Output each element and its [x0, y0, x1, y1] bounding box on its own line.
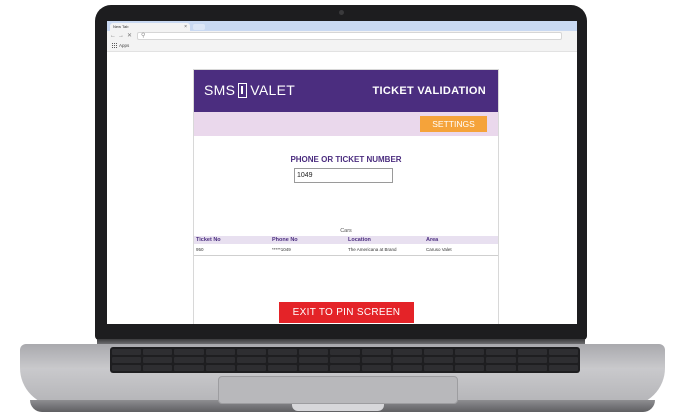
ticket-validation-app: SMS VALET TICKET VALIDATION SETTINGS PHO… [193, 69, 499, 324]
cars-table: Ticket No Phone No Location Area 950 ***… [194, 236, 498, 256]
keyboard-key [174, 349, 204, 355]
keyboard-key [424, 365, 454, 371]
phone-or-ticket-label: PHONE OR TICKET NUMBER [290, 155, 402, 164]
keyboard-key [517, 365, 547, 371]
apps-grid-icon[interactable] [112, 43, 117, 48]
column-header-ticket-no: Ticket No [196, 237, 221, 243]
keyboard-key [330, 357, 360, 363]
keyboard-key [455, 365, 485, 371]
keyboard-key [548, 365, 578, 371]
keyboard-key [455, 349, 485, 355]
keyboard-key [174, 365, 204, 371]
address-bar[interactable]: ⚲ [137, 32, 562, 40]
new-tab-button[interactable] [193, 24, 205, 30]
keyboard-key [268, 365, 298, 371]
logo-text-left: SMS [204, 82, 236, 98]
keyboard-key [236, 349, 266, 355]
keyboard-key [299, 365, 329, 371]
laptop-display: New Tab × ← → ✕ ⚲ Apps SMS VALET TICKET … [107, 21, 577, 324]
phone-logo-icon [238, 82, 248, 98]
keyboard-key [205, 365, 235, 371]
exit-to-pin-screen-button[interactable]: EXIT TO PIN SCREEN [279, 302, 414, 323]
lid-notch [292, 404, 384, 411]
keyboard-key [455, 357, 485, 363]
column-header-phone-no: Phone No [272, 237, 298, 243]
keyboard-key [424, 357, 454, 363]
keyboard-key [143, 365, 173, 371]
settings-button[interactable]: SETTINGS [420, 116, 487, 132]
tab-close-icon[interactable]: × [184, 24, 187, 30]
tab-title: New Tab [113, 24, 129, 29]
keyboard-key [112, 349, 142, 355]
settings-strip: SETTINGS [194, 112, 498, 136]
keyboard-key [548, 357, 578, 363]
keyboard-key [424, 349, 454, 355]
keyboard-key [236, 357, 266, 363]
search-icon: ⚲ [141, 33, 146, 39]
column-header-location: Location [348, 237, 371, 243]
keyboard-key [205, 349, 235, 355]
keyboard-key [236, 365, 266, 371]
phone-or-ticket-input[interactable] [294, 168, 393, 183]
cell-location: The Americana at Brand [348, 247, 397, 252]
webcam-icon [339, 10, 344, 15]
keyboard-key [112, 357, 142, 363]
keyboard-key [392, 349, 422, 355]
column-header-area: Area [426, 237, 439, 243]
keyboard-key [517, 357, 547, 363]
keyboard-key [143, 357, 173, 363]
keyboard-key [361, 357, 391, 363]
keyboard-key [361, 365, 391, 371]
keyboard-key [174, 357, 204, 363]
sms-valet-logo: SMS VALET [204, 82, 295, 98]
keyboard-key [517, 349, 547, 355]
back-icon[interactable]: ← [110, 32, 116, 40]
keyboard-key [486, 365, 516, 371]
keyboard-key [392, 357, 422, 363]
keyboard-key [486, 349, 516, 355]
table-header-row: Ticket No Phone No Location Area [194, 236, 498, 244]
cell-ticket-no: 950 [196, 247, 204, 252]
laptop-keyboard [110, 347, 580, 373]
forward-icon[interactable]: → [118, 32, 124, 40]
logo-text-right: VALET [250, 82, 296, 98]
trackpad [218, 376, 458, 404]
keyboard-key [330, 349, 360, 355]
cell-area: Caruso Valet [426, 247, 452, 252]
cell-phone-no: *****1049 [272, 247, 291, 252]
keyboard-key [268, 357, 298, 363]
browser-tab[interactable]: New Tab × [110, 23, 190, 31]
stop-reload-icon[interactable]: ✕ [127, 32, 132, 40]
app-header: SMS VALET TICKET VALIDATION [194, 70, 498, 112]
keyboard-key [392, 365, 422, 371]
keyboard-key [299, 349, 329, 355]
table-row[interactable]: 950 *****1049 The Americana at Brand Car… [194, 244, 498, 256]
browser-tab-bar: New Tab × [107, 21, 577, 31]
keyboard-key [205, 357, 235, 363]
cars-table-caption: Cars [340, 228, 352, 234]
bookmarks-bar: Apps [107, 41, 577, 52]
keyboard-key [299, 357, 329, 363]
keyboard-key [486, 357, 516, 363]
keyboard-key [268, 349, 298, 355]
keyboard-key [330, 365, 360, 371]
keyboard-key [361, 349, 391, 355]
keyboard-key [548, 349, 578, 355]
page-title: TICKET VALIDATION [372, 85, 486, 97]
browser-toolbar: ← → ✕ ⚲ [107, 31, 577, 41]
keyboard-key [143, 349, 173, 355]
apps-bookmark[interactable]: Apps [119, 42, 129, 50]
keyboard-key [112, 365, 142, 371]
